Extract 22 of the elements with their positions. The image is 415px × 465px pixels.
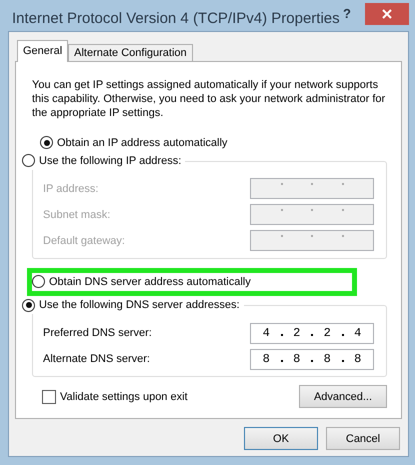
ip-address-field[interactable]: 8 8 8 8 bbox=[250, 348, 374, 370]
help-button[interactable]: ? bbox=[343, 6, 351, 20]
field-label: Preferred DNS server: bbox=[43, 327, 152, 339]
tab[interactable]: General bbox=[17, 40, 68, 62]
tab[interactable]: Alternate Configuration bbox=[68, 44, 193, 62]
dialog-button[interactable]: Cancel bbox=[326, 427, 400, 450]
ip-address-field[interactable]: 4 2 2 4 bbox=[250, 322, 374, 344]
radio-option[interactable]: Use the following IP address: bbox=[22, 152, 182, 170]
radio-option[interactable]: Obtain DNS server address automatically bbox=[32, 272, 352, 291]
advanced-button[interactable]: Advanced... bbox=[299, 385, 387, 408]
field-label: Alternate DNS server: bbox=[43, 353, 150, 365]
field-label: Default gateway: bbox=[43, 234, 125, 247]
validate-checkbox[interactable]: Validate settings upon exit bbox=[42, 388, 188, 406]
close-button[interactable] bbox=[365, 3, 409, 25]
intro-text: You can get IP settings assigned automatically if your network supports this capability. Otherwise, you need to ask your network administrator for the appropriate IP settings. bbox=[32, 78, 386, 120]
field-label: IP address: bbox=[43, 182, 98, 195]
radio-option[interactable]: Use the following DNS server addresses: bbox=[22, 296, 240, 314]
field-label: Subnet mask: bbox=[43, 208, 110, 221]
dialog-button[interactable]: OK bbox=[244, 427, 318, 450]
window-title: Internet Protocol Version 4 (TCP/IPv4) Properties bbox=[11, 10, 341, 26]
radio-option[interactable]: Obtain an IP address automatically bbox=[40, 136, 387, 149]
close-icon bbox=[382, 9, 392, 19]
